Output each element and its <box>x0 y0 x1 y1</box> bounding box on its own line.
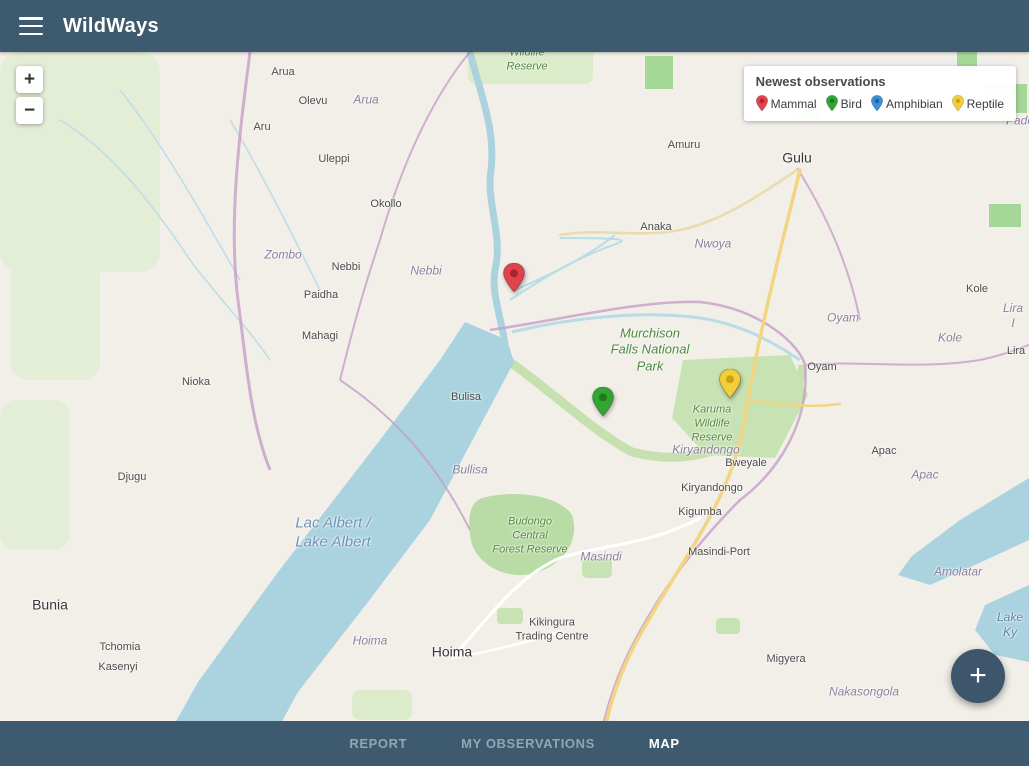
legend-pin-icon-mammal <box>756 95 768 112</box>
legend-item-reptile: Reptile <box>952 95 1004 112</box>
legend-item-label: Bird <box>841 97 862 111</box>
bottom-navigation: REPORT MY OBSERVATIONS MAP <box>0 721 1029 766</box>
legend-pin-icon-amphibian <box>871 95 883 112</box>
app-title: WildWays <box>63 15 159 38</box>
legend-item-amphibian: Amphibian <box>871 95 943 112</box>
tab-report[interactable]: REPORT <box>349 736 407 751</box>
legend-item-label: Amphibian <box>886 97 943 111</box>
legend-item-bird: Bird <box>826 95 862 112</box>
legend-item-mammal: Mammal <box>756 95 817 112</box>
tab-my-observations[interactable]: MY OBSERVATIONS <box>461 736 595 751</box>
legend-item-label: Reptile <box>967 97 1004 111</box>
zoom-in-button[interactable]: + <box>16 66 43 93</box>
app-bar: WildWays <box>0 0 1029 52</box>
tab-map[interactable]: MAP <box>649 736 680 751</box>
menu-icon[interactable] <box>19 17 43 35</box>
legend-pin-icon-bird <box>826 95 838 112</box>
zoom-out-button[interactable]: − <box>16 97 43 124</box>
observation-marker-reptile[interactable] <box>719 369 741 399</box>
observations-legend: Newest observations Mammal Bird Amphibian R… <box>744 66 1016 121</box>
legend-item-label: Mammal <box>771 97 817 111</box>
legend-pin-icon-reptile <box>952 95 964 112</box>
observation-marker-bird[interactable] <box>592 387 614 417</box>
zoom-control: + − <box>16 66 43 124</box>
observation-marker-mammal[interactable] <box>503 263 525 293</box>
bottom-strip <box>0 766 1029 771</box>
add-observation-fab[interactable]: + <box>951 649 1005 703</box>
legend-title: Newest observations <box>756 74 1004 89</box>
legend-items: Mammal Bird Amphibian Reptile <box>756 95 1004 112</box>
